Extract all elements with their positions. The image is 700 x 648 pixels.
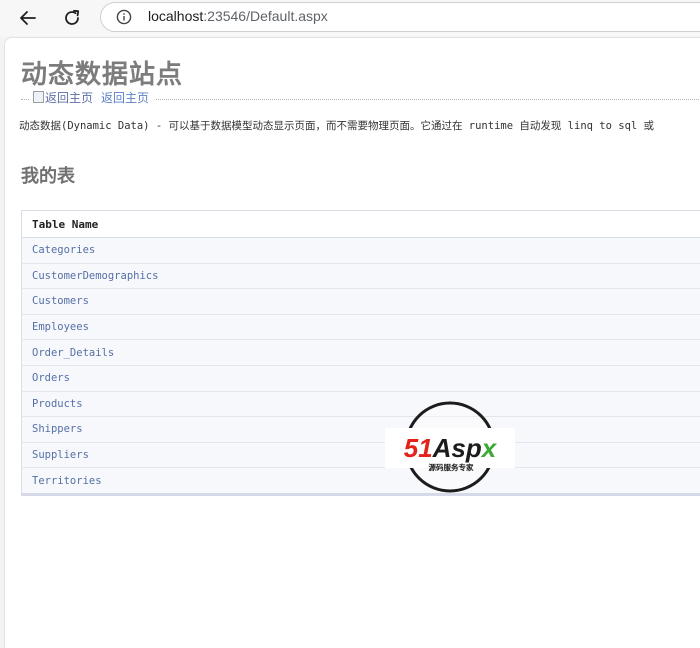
tables-grid: Table Name Categories CustomerDemographi… [21,210,700,496]
column-header-table-name: Table Name [22,211,700,238]
watermark-brand: 51Aspx [404,433,498,463]
table-link[interactable]: Employees [22,314,700,340]
back-button[interactable] [14,4,42,32]
watermark-tagline: 源码服务专家 [429,462,474,472]
back-image-link[interactable]: 返回主页 [33,89,93,106]
table-row: Employees [22,314,700,340]
url-host: localhost [148,8,203,24]
table-link[interactable]: Categories [22,238,700,264]
url-path: :23546/Default.aspx [203,8,328,24]
broken-image-icon [33,91,44,103]
page-title: 动态数据站点 [21,54,183,91]
table-link[interactable]: Order_Details [22,340,700,366]
back-home-link[interactable]: 返回主页 [101,89,149,106]
table-link[interactable]: Shippers [22,417,700,443]
address-bar[interactable]: localhost:23546/Default.aspx [100,2,700,32]
table-row: Orders [22,365,700,391]
table-link[interactable]: Territories [22,468,700,495]
reload-icon [63,9,81,27]
reload-button[interactable] [58,4,86,32]
info-circle-icon[interactable] [116,9,132,25]
table-row: CustomerDemographics [22,263,700,289]
back-image-alt: 返回主页 [45,89,93,106]
table-row: Territories [22,468,700,495]
table-row: Shippers [22,417,700,443]
table-link[interactable]: CustomerDemographics [22,263,700,289]
table-row: Customers [22,289,700,315]
table-link[interactable]: Customers [22,289,700,315]
table-link[interactable]: Orders [22,365,700,391]
browser-toolbar: localhost:23546/Default.aspx [0,0,700,36]
table-link[interactable]: Suppliers [22,442,700,468]
table-row: Categories [22,238,700,264]
table-link[interactable]: Products [22,391,700,417]
arrow-left-icon [19,9,37,27]
intro-text: 动态数据(Dynamic Data) - 可以基于数据模型动态显示页面，而不需要… [19,118,654,133]
table-row: Suppliers [22,442,700,468]
section-title: 我的表 [21,162,75,188]
url-text[interactable]: localhost:23546/Default.aspx [148,8,328,24]
table-row: Order_Details [22,340,700,366]
page-viewport: 动态数据站点 返回主页 返回主页 动态数据(Dynamic Data) - 可以… [4,37,700,648]
table-row: Products [22,391,700,417]
table-header-row: Table Name [22,211,700,238]
watermark-logo: 51Aspx 源码服务专家 [385,400,515,494]
back-links: 返回主页 返回主页 [29,88,155,106]
